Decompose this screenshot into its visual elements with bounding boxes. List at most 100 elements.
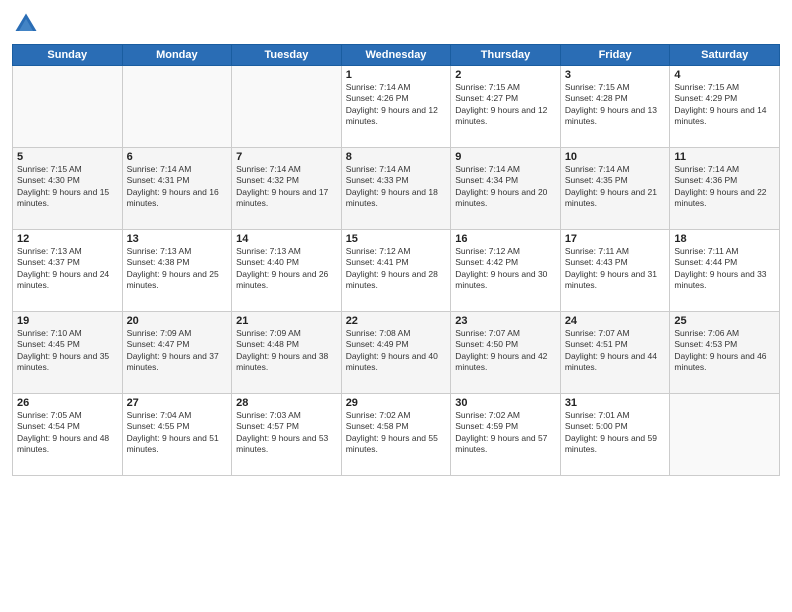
day-info: Sunrise: 7:15 AMSunset: 4:29 PMDaylight:… xyxy=(674,82,775,128)
calendar-cell: 31Sunrise: 7:01 AMSunset: 5:00 PMDayligh… xyxy=(560,394,670,476)
day-info: Sunrise: 7:07 AMSunset: 4:51 PMDaylight:… xyxy=(565,328,666,374)
day-header: Wednesday xyxy=(341,45,451,66)
day-info: Sunrise: 7:14 AMSunset: 4:26 PMDaylight:… xyxy=(346,82,447,128)
day-info: Sunrise: 7:14 AMSunset: 4:33 PMDaylight:… xyxy=(346,164,447,210)
day-number: 21 xyxy=(236,315,337,327)
calendar-cell: 28Sunrise: 7:03 AMSunset: 4:57 PMDayligh… xyxy=(232,394,342,476)
day-number: 31 xyxy=(565,397,666,409)
calendar-cell: 5Sunrise: 7:15 AMSunset: 4:30 PMDaylight… xyxy=(13,148,123,230)
day-header: Saturday xyxy=(670,45,780,66)
day-number: 11 xyxy=(674,151,775,163)
day-number: 9 xyxy=(455,151,556,163)
day-info: Sunrise: 7:13 AMSunset: 4:38 PMDaylight:… xyxy=(127,246,228,292)
calendar-cell: 21Sunrise: 7:09 AMSunset: 4:48 PMDayligh… xyxy=(232,312,342,394)
page: SundayMondayTuesdayWednesdayThursdayFrid… xyxy=(0,0,792,612)
day-info: Sunrise: 7:11 AMSunset: 4:43 PMDaylight:… xyxy=(565,246,666,292)
calendar-cell: 9Sunrise: 7:14 AMSunset: 4:34 PMDaylight… xyxy=(451,148,561,230)
calendar-cell: 19Sunrise: 7:10 AMSunset: 4:45 PMDayligh… xyxy=(13,312,123,394)
day-number: 20 xyxy=(127,315,228,327)
day-info: Sunrise: 7:13 AMSunset: 4:40 PMDaylight:… xyxy=(236,246,337,292)
calendar-cell: 26Sunrise: 7:05 AMSunset: 4:54 PMDayligh… xyxy=(13,394,123,476)
day-info: Sunrise: 7:14 AMSunset: 4:31 PMDaylight:… xyxy=(127,164,228,210)
day-info: Sunrise: 7:05 AMSunset: 4:54 PMDaylight:… xyxy=(17,410,118,456)
day-info: Sunrise: 7:08 AMSunset: 4:49 PMDaylight:… xyxy=(346,328,447,374)
day-number: 13 xyxy=(127,233,228,245)
calendar-cell: 8Sunrise: 7:14 AMSunset: 4:33 PMDaylight… xyxy=(341,148,451,230)
day-number: 7 xyxy=(236,151,337,163)
day-number: 22 xyxy=(346,315,447,327)
calendar-cell: 2Sunrise: 7:15 AMSunset: 4:27 PMDaylight… xyxy=(451,66,561,148)
calendar-cell: 17Sunrise: 7:11 AMSunset: 4:43 PMDayligh… xyxy=(560,230,670,312)
calendar-cell: 24Sunrise: 7:07 AMSunset: 4:51 PMDayligh… xyxy=(560,312,670,394)
calendar-week-row: 19Sunrise: 7:10 AMSunset: 4:45 PMDayligh… xyxy=(13,312,780,394)
day-info: Sunrise: 7:01 AMSunset: 5:00 PMDaylight:… xyxy=(565,410,666,456)
day-info: Sunrise: 7:14 AMSunset: 4:34 PMDaylight:… xyxy=(455,164,556,210)
day-info: Sunrise: 7:10 AMSunset: 4:45 PMDaylight:… xyxy=(17,328,118,374)
day-number: 18 xyxy=(674,233,775,245)
day-info: Sunrise: 7:12 AMSunset: 4:42 PMDaylight:… xyxy=(455,246,556,292)
day-number: 8 xyxy=(346,151,447,163)
day-info: Sunrise: 7:15 AMSunset: 4:28 PMDaylight:… xyxy=(565,82,666,128)
calendar-week-row: 12Sunrise: 7:13 AMSunset: 4:37 PMDayligh… xyxy=(13,230,780,312)
calendar-cell: 7Sunrise: 7:14 AMSunset: 4:32 PMDaylight… xyxy=(232,148,342,230)
day-info: Sunrise: 7:13 AMSunset: 4:37 PMDaylight:… xyxy=(17,246,118,292)
day-header: Thursday xyxy=(451,45,561,66)
day-number: 5 xyxy=(17,151,118,163)
calendar-cell: 13Sunrise: 7:13 AMSunset: 4:38 PMDayligh… xyxy=(122,230,232,312)
day-number: 28 xyxy=(236,397,337,409)
day-number: 10 xyxy=(565,151,666,163)
day-info: Sunrise: 7:11 AMSunset: 4:44 PMDaylight:… xyxy=(674,246,775,292)
day-header: Monday xyxy=(122,45,232,66)
calendar-cell: 25Sunrise: 7:06 AMSunset: 4:53 PMDayligh… xyxy=(670,312,780,394)
day-info: Sunrise: 7:15 AMSunset: 4:27 PMDaylight:… xyxy=(455,82,556,128)
calendar-cell: 23Sunrise: 7:07 AMSunset: 4:50 PMDayligh… xyxy=(451,312,561,394)
calendar-cell: 15Sunrise: 7:12 AMSunset: 4:41 PMDayligh… xyxy=(341,230,451,312)
calendar-cell xyxy=(232,66,342,148)
day-number: 27 xyxy=(127,397,228,409)
calendar-week-row: 5Sunrise: 7:15 AMSunset: 4:30 PMDaylight… xyxy=(13,148,780,230)
calendar-cell: 27Sunrise: 7:04 AMSunset: 4:55 PMDayligh… xyxy=(122,394,232,476)
day-number: 30 xyxy=(455,397,556,409)
day-info: Sunrise: 7:09 AMSunset: 4:47 PMDaylight:… xyxy=(127,328,228,374)
day-info: Sunrise: 7:03 AMSunset: 4:57 PMDaylight:… xyxy=(236,410,337,456)
day-info: Sunrise: 7:12 AMSunset: 4:41 PMDaylight:… xyxy=(346,246,447,292)
calendar-cell xyxy=(670,394,780,476)
day-info: Sunrise: 7:15 AMSunset: 4:30 PMDaylight:… xyxy=(17,164,118,210)
day-number: 3 xyxy=(565,69,666,81)
calendar-cell xyxy=(122,66,232,148)
day-info: Sunrise: 7:14 AMSunset: 4:35 PMDaylight:… xyxy=(565,164,666,210)
calendar-cell: 20Sunrise: 7:09 AMSunset: 4:47 PMDayligh… xyxy=(122,312,232,394)
calendar-cell xyxy=(13,66,123,148)
day-info: Sunrise: 7:14 AMSunset: 4:32 PMDaylight:… xyxy=(236,164,337,210)
day-number: 24 xyxy=(565,315,666,327)
calendar-table: SundayMondayTuesdayWednesdayThursdayFrid… xyxy=(12,44,780,476)
day-number: 6 xyxy=(127,151,228,163)
day-number: 25 xyxy=(674,315,775,327)
calendar-week-row: 1Sunrise: 7:14 AMSunset: 4:26 PMDaylight… xyxy=(13,66,780,148)
day-header: Tuesday xyxy=(232,45,342,66)
calendar-cell: 11Sunrise: 7:14 AMSunset: 4:36 PMDayligh… xyxy=(670,148,780,230)
day-info: Sunrise: 7:07 AMSunset: 4:50 PMDaylight:… xyxy=(455,328,556,374)
day-header-row: SundayMondayTuesdayWednesdayThursdayFrid… xyxy=(13,45,780,66)
day-number: 12 xyxy=(17,233,118,245)
day-number: 4 xyxy=(674,69,775,81)
calendar-cell: 29Sunrise: 7:02 AMSunset: 4:58 PMDayligh… xyxy=(341,394,451,476)
calendar-week-row: 26Sunrise: 7:05 AMSunset: 4:54 PMDayligh… xyxy=(13,394,780,476)
calendar-cell: 3Sunrise: 7:15 AMSunset: 4:28 PMDaylight… xyxy=(560,66,670,148)
day-info: Sunrise: 7:04 AMSunset: 4:55 PMDaylight:… xyxy=(127,410,228,456)
day-number: 26 xyxy=(17,397,118,409)
day-info: Sunrise: 7:02 AMSunset: 4:58 PMDaylight:… xyxy=(346,410,447,456)
calendar-cell: 14Sunrise: 7:13 AMSunset: 4:40 PMDayligh… xyxy=(232,230,342,312)
calendar-cell: 4Sunrise: 7:15 AMSunset: 4:29 PMDaylight… xyxy=(670,66,780,148)
logo xyxy=(12,10,44,38)
day-info: Sunrise: 7:02 AMSunset: 4:59 PMDaylight:… xyxy=(455,410,556,456)
day-number: 17 xyxy=(565,233,666,245)
calendar-cell: 6Sunrise: 7:14 AMSunset: 4:31 PMDaylight… xyxy=(122,148,232,230)
day-number: 1 xyxy=(346,69,447,81)
calendar-cell: 1Sunrise: 7:14 AMSunset: 4:26 PMDaylight… xyxy=(341,66,451,148)
day-number: 19 xyxy=(17,315,118,327)
day-number: 14 xyxy=(236,233,337,245)
day-number: 15 xyxy=(346,233,447,245)
calendar-cell: 18Sunrise: 7:11 AMSunset: 4:44 PMDayligh… xyxy=(670,230,780,312)
day-info: Sunrise: 7:06 AMSunset: 4:53 PMDaylight:… xyxy=(674,328,775,374)
